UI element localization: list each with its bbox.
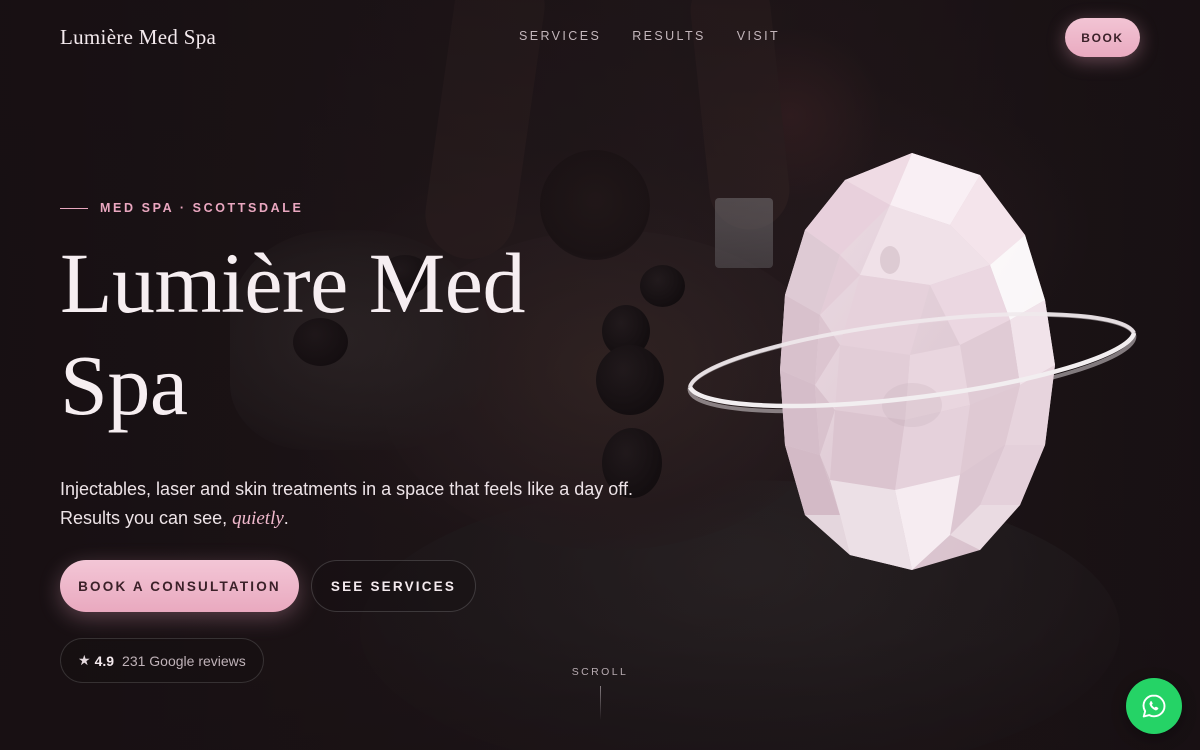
lede-line-2-end: . (283, 508, 289, 528)
lede-emphasis: quietly (232, 508, 284, 529)
hero-title-line-2: Spa (60, 337, 188, 433)
star-icon: ★ (78, 652, 91, 668)
gem-illustration (687, 153, 1137, 570)
book-button[interactable]: BOOK (1065, 18, 1140, 57)
nav-results[interactable]: RESULTS (632, 29, 706, 43)
hero-title-line-1: Lumière Med (60, 235, 525, 331)
rating-badge[interactable]: ★ 4.9 231 Google reviews (60, 638, 264, 683)
main-nav: SERVICES RESULTS VISIT (519, 29, 780, 43)
whatsapp-icon (1142, 694, 1166, 718)
see-services-button[interactable]: SEE SERVICES (311, 560, 476, 612)
brand-logo[interactable]: Lumière Med Spa (60, 25, 216, 50)
scroll-line (599, 686, 601, 720)
book-consultation-button[interactable]: BOOK A CONSULTATION (60, 560, 299, 612)
nav-visit[interactable]: VISIT (737, 29, 780, 43)
hero-title: Lumière Med Spa (60, 232, 680, 436)
hero-lede: Injectables, laser and skin treatments i… (60, 475, 740, 533)
scroll-label: SCROLL (571, 666, 629, 678)
rating-reviews: 231 Google reviews (122, 652, 246, 669)
scroll-indicator[interactable]: SCROLL (560, 666, 640, 720)
lede-line-1: Injectables, laser and skin treatments i… (60, 479, 633, 499)
nav-services[interactable]: SERVICES (519, 29, 601, 43)
eyebrow-text: MED SPA · SCOTTSDALE (100, 201, 304, 215)
hero-eyebrow: MED SPA · SCOTTSDALE (60, 201, 303, 215)
rating-score: 4.9 (94, 652, 115, 669)
eyebrow-rule (60, 207, 88, 209)
lede-line-2-start: Results you can see, (60, 508, 233, 528)
whatsapp-button[interactable] (1126, 678, 1182, 734)
